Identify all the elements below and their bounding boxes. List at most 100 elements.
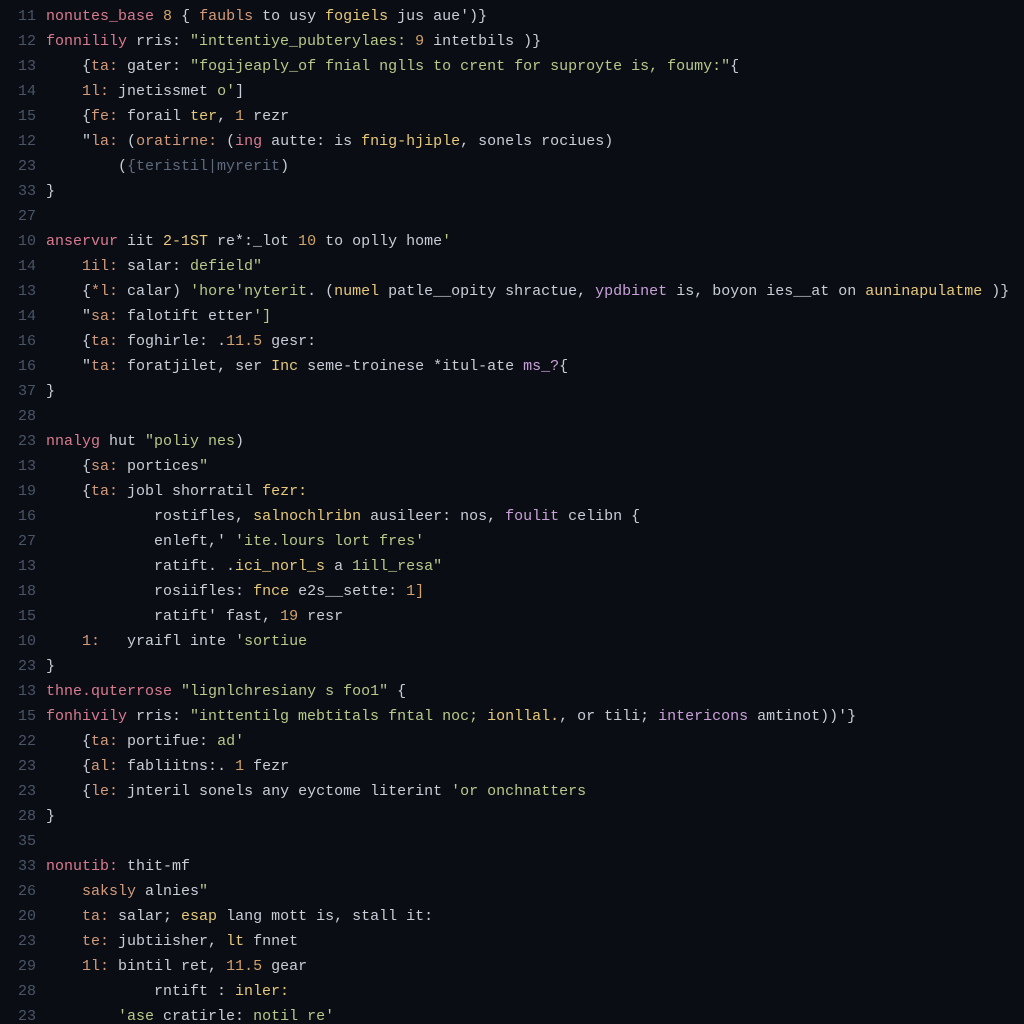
code-line[interactable]: } [46,654,1024,679]
token-id: , or tili; [559,708,658,725]
token-kw: anservur [46,233,118,250]
code-line[interactable]: rntift : inler: [46,979,1024,1004]
token-fn: auninapulatme [865,283,982,300]
line-number: 14 [0,79,36,104]
code-line[interactable]: thne.quterrose "lignlchresiany s foo1" { [46,679,1024,704]
code-line[interactable]: nonutes_base 8 { faubls to usy fogiels j… [46,4,1024,29]
token-pun: { [559,358,568,375]
code-line[interactable]: rosiifles: fnce e2s__sette: 1] [46,579,1024,604]
token-pun: ( [118,133,136,150]
code-line[interactable]: fonhivily rris: "inttentilg mebtitals fn… [46,704,1024,729]
token-id: gesr: [262,333,316,350]
token-id: salar; [109,908,181,925]
code-line[interactable]: {sa: portices" [46,454,1024,479]
code-line[interactable]: fonnilily rris: "inttentiye_pubterylaes:… [46,29,1024,54]
token-cm: {teristil|myrerit [127,158,280,175]
token-fn: salnochlribn [253,508,361,525]
token-str: 1ill_resa" [352,558,442,575]
code-line[interactable]: 1il: salar: defield" [46,254,1024,279]
code-line[interactable] [46,829,1024,854]
code-line[interactable]: saksly alnies" [46,879,1024,904]
token-key: oratirne: [136,133,217,150]
token-pun: { [82,458,91,475]
code-line[interactable]: nonutib: thit-mf [46,854,1024,879]
code-line[interactable]: ({teristil|myrerit) [46,154,1024,179]
code-line[interactable] [46,204,1024,229]
code-line[interactable]: nnalyg hut "poliy nes) [46,429,1024,454]
code-line[interactable] [46,404,1024,429]
line-number: 12 [0,129,36,154]
code-line[interactable]: te: jubtiisher, lt fnnet [46,929,1024,954]
line-number: 35 [0,829,36,854]
token-str: ad' [217,733,244,750]
token-pun: { [82,58,91,75]
token-pun: { [388,683,406,700]
line-number: 14 [0,254,36,279]
code-line[interactable]: {ta: jobl shorratil fezr: [46,479,1024,504]
code-line[interactable]: {ta: portifue: ad' [46,729,1024,754]
token-fn: lt [226,933,244,950]
token-id: calar) [118,283,190,300]
token-key: 1l: [82,958,109,975]
code-line[interactable]: {ta: foghirle: .11.5 gesr: [46,329,1024,354]
token-key: 1l: [82,83,109,100]
token-id: fezr [244,758,289,775]
code-line[interactable]: anservur iit 2-1ST re*:_lot 10 to oplly … [46,229,1024,254]
line-number: 28 [0,804,36,829]
code-line[interactable]: {ta: gater: "fogijeaply_of fnial nglls t… [46,54,1024,79]
token-kw: nnalyg [46,433,100,450]
code-line[interactable]: ratift' fast, 19 resr [46,604,1024,629]
code-line[interactable]: } [46,179,1024,204]
line-number: 12 [0,29,36,54]
token-key: ta: [91,483,118,500]
line-number: 23 [0,154,36,179]
token-fn: esap [181,908,217,925]
token-num: 1 [235,758,244,775]
code-line[interactable]: "sa: falotift etter'] [46,304,1024,329]
token-id: rntift : [154,983,235,1000]
token-id: celibn { [559,508,640,525]
code-line[interactable]: 1l: jnetissmet o'] [46,79,1024,104]
line-number: 13 [0,54,36,79]
token-key: 1: [82,633,100,650]
token-key: sa: [91,308,118,325]
token-str: defield" [190,258,262,275]
token-id: jubtiisher, [109,933,226,950]
token-str: " [199,458,208,475]
token-id: intetbils [424,33,514,50]
token-num: 8 [163,8,172,25]
code-line[interactable]: } [46,379,1024,404]
token-pun: ] [235,83,244,100]
token-pun: } [46,658,55,675]
code-line[interactable]: 1l: bintil ret, 11.5 gear [46,954,1024,979]
token-id: jus aue [388,8,460,25]
line-number: 37 [0,379,36,404]
code-line[interactable]: 1: yraifl inte 'sortiue [46,629,1024,654]
token-pun: { [82,333,91,350]
token-pun: )} [514,33,541,50]
code-line[interactable]: "ta: foratjilet, ser Inc seme-troinese *… [46,354,1024,379]
code-line[interactable]: 'ase cratirle: notil re' [46,1004,1024,1024]
token-fn: inler: [235,983,289,1000]
token-str: "poliy nes [145,433,235,450]
code-line[interactable]: {le: jnteril sonels any eyctome literint… [46,779,1024,804]
code-line[interactable]: ta: salar; esap lang mott is, stall it: [46,904,1024,929]
code-line[interactable]: ratift. .ici_norl_s a 1ill_resa" [46,554,1024,579]
token-id: re*:_lot [208,233,298,250]
token-id: portices [118,458,199,475]
code-line[interactable]: rostifles, salnochlribn ausileer: nos, f… [46,504,1024,529]
token-fn: 2-1ST [163,233,208,250]
code-line[interactable]: } [46,804,1024,829]
code-line[interactable]: "la: (oratirne: (ing autte: is fnig-hjip… [46,129,1024,154]
token-id: patle__opity shractue, [379,283,595,300]
code-line[interactable]: {fe: forail ter, 1 rezr [46,104,1024,129]
code-line[interactable]: enleft,' 'ite.lours lort fres' [46,529,1024,554]
line-number: 13 [0,454,36,479]
code-line[interactable]: {*l: calar) 'hore'nyterit. (numel patle_… [46,279,1024,304]
code-area[interactable]: nonutes_base 8 { faubls to usy fogiels j… [46,0,1024,1024]
code-line[interactable]: {al: fabliitns:. 1 fezr [46,754,1024,779]
token-key: te: [82,933,109,950]
code-editor[interactable]: 1112131415122333271014131416163728231319… [0,0,1024,1024]
token-key: ta: [91,358,118,375]
token-str: 'ite.lours lort fres' [235,533,424,550]
